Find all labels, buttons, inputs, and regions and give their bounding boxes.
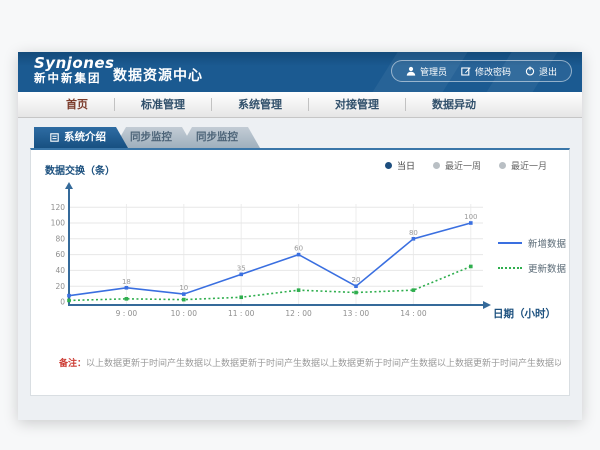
logo-wordmark: Synjones (34, 55, 115, 72)
tab-system-intro[interactable]: 系统介绍 (34, 127, 128, 148)
app-window: Synjones 新中新集团 数据资源中心 管理员 修改密码 (18, 52, 582, 420)
svg-text:13 : 00: 13 : 00 (343, 309, 370, 318)
svg-text:20: 20 (352, 276, 361, 284)
radio-label: 最近一周 (445, 159, 481, 172)
data-point (67, 299, 71, 303)
current-user-button[interactable]: 管理员 (406, 65, 447, 78)
main-nav: 首页 标准管理 系统管理 对接管理 数据异动 (18, 92, 582, 118)
data-point (239, 295, 243, 299)
nav-item-integration-mgmt[interactable]: 对接管理 (309, 92, 405, 117)
user-name: 管理员 (420, 65, 447, 78)
footnote-text: 以上数据更新于时间产生数据以上数据更新于时间产生数据以上数据更新于时间产生数据以… (86, 359, 561, 369)
data-point (354, 284, 358, 288)
legend-label: 新增数据 (528, 236, 566, 250)
svg-text:0: 0 (60, 298, 65, 307)
svg-text:60: 60 (294, 245, 303, 253)
document-icon (50, 133, 59, 142)
edit-icon (461, 66, 471, 76)
data-point (182, 292, 186, 296)
legend-item-updated-data: 更新数据 (498, 261, 566, 275)
user-toolbar: 管理员 修改密码 退出 (391, 60, 572, 82)
radio-today[interactable]: 当日 (385, 159, 415, 172)
svg-text:20: 20 (55, 282, 65, 291)
data-point (412, 237, 416, 241)
content-area: 系统介绍 同步监控 同步监控 当日 最近一周 最近一月 数据交 (18, 118, 582, 420)
company-logo: Synjones 新中新集团 (34, 55, 115, 84)
radio-dot (499, 162, 506, 169)
user-icon (406, 66, 416, 76)
svg-text:80: 80 (409, 229, 418, 237)
legend-label: 更新数据 (528, 261, 566, 275)
svg-text:10 : 00: 10 : 00 (171, 309, 198, 318)
legend-item-new-data: 新增数据 (498, 236, 566, 250)
tab-bar: 系统介绍 同步监控 同步监控 (34, 127, 260, 148)
logout-button[interactable]: 退出 (525, 65, 557, 78)
footnote: 备注：以上数据更新于时间产生数据以上数据更新于时间产生数据以上数据更新于时间产生… (59, 356, 561, 369)
svg-text:60: 60 (55, 250, 65, 259)
nav-item-system-mgmt[interactable]: 系统管理 (212, 92, 308, 117)
svg-text:80: 80 (55, 234, 65, 243)
svg-text:10: 10 (179, 284, 188, 292)
radio-label: 当日 (397, 159, 415, 172)
y-axis-title: 数据交换（条） (45, 162, 115, 177)
legend-line-dotted (498, 267, 522, 269)
data-point (469, 265, 473, 269)
change-password-label: 修改密码 (475, 65, 511, 78)
x-axis-title: 日期（小时） (493, 306, 556, 321)
page-title: 数据资源中心 (113, 65, 203, 85)
svg-text:100: 100 (464, 213, 477, 221)
app-header: Synjones 新中新集团 数据资源中心 管理员 修改密码 (18, 52, 582, 92)
nav-item-data-change[interactable]: 数据异动 (406, 92, 502, 117)
radio-last-week[interactable]: 最近一周 (433, 159, 481, 172)
chart-panel: 当日 最近一周 最近一月 数据交换（条） 0 20 40 60 80 100 120 9 : … (30, 148, 570, 396)
radio-dot (433, 162, 440, 169)
legend-line-solid (498, 242, 522, 244)
data-point (182, 298, 186, 302)
nav-item-home[interactable]: 首页 (40, 92, 114, 117)
nav-item-standard-mgmt[interactable]: 标准管理 (115, 92, 211, 117)
svg-text:14 : 00: 14 : 00 (400, 309, 427, 318)
svg-text:120: 120 (51, 203, 66, 212)
data-point (297, 253, 301, 257)
data-point (125, 297, 129, 301)
time-range-radios: 当日 最近一周 最近一月 (385, 159, 547, 172)
data-point (297, 288, 301, 292)
radio-dot (385, 162, 392, 169)
svg-text:18: 18 (122, 278, 131, 286)
radio-last-month[interactable]: 最近一月 (499, 159, 547, 172)
svg-text:40: 40 (55, 266, 65, 275)
data-point (67, 294, 71, 298)
data-point (412, 288, 416, 292)
change-password-button[interactable]: 修改密码 (461, 65, 511, 78)
data-point (239, 273, 243, 277)
svg-text:12 : 00: 12 : 00 (285, 309, 312, 318)
footnote-tag: 备注： (59, 359, 86, 369)
data-point (354, 291, 358, 295)
radio-label: 最近一月 (511, 159, 547, 172)
logo-company-name: 新中新集团 (34, 72, 115, 85)
data-point (469, 221, 473, 225)
tab-label: 系统介绍 (64, 127, 106, 148)
data-point (125, 286, 129, 290)
svg-text:100: 100 (51, 219, 66, 228)
svg-text:35: 35 (237, 264, 246, 272)
svg-text:9 : 00: 9 : 00 (116, 309, 138, 318)
chart-legend: 新增数据 更新数据 (498, 236, 566, 286)
line-chart: 0 20 40 60 80 100 120 9 : 00 10 : 00 11 : 00 12 : … (41, 178, 496, 328)
power-icon (525, 66, 535, 76)
logout-label: 退出 (539, 65, 557, 78)
svg-text:11 : 00: 11 : 00 (228, 309, 255, 318)
